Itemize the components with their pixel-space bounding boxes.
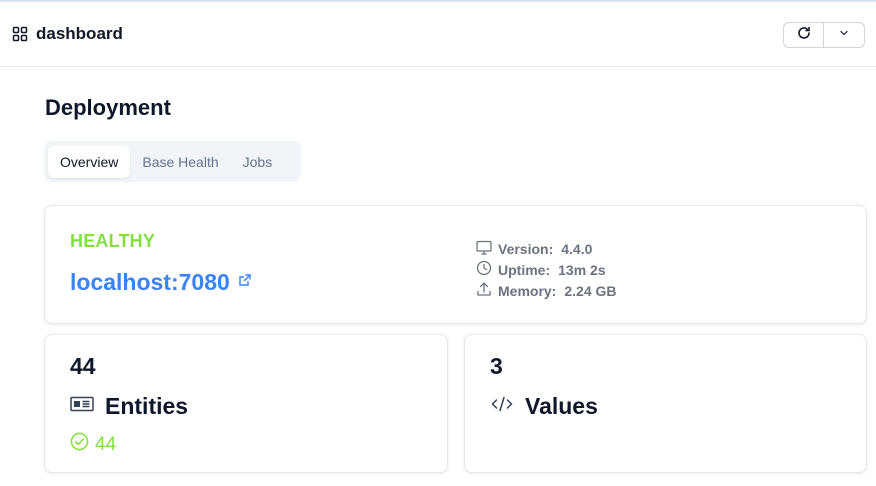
entities-ok-count: 44 bbox=[95, 433, 117, 455]
tab-overview[interactable]: Overview bbox=[48, 145, 131, 178]
values-card[interactable]: 3 Values bbox=[464, 334, 867, 473]
upload-icon bbox=[476, 281, 498, 300]
uptime-value: 13m 2s bbox=[558, 261, 606, 278]
values-title: Values bbox=[525, 393, 598, 419]
refresh-button[interactable] bbox=[784, 23, 824, 47]
entities-card[interactable]: 44 Entities 44 bbox=[44, 334, 448, 473]
top-bar: dashboard bbox=[0, 2, 876, 67]
status-label: HEALTHY bbox=[70, 231, 156, 251]
host-row: localhost:7080 bbox=[70, 269, 252, 296]
brand: dashboard bbox=[12, 24, 123, 44]
version-value: 4.4.0 bbox=[561, 240, 593, 257]
memory-value: 2.24 GB bbox=[564, 282, 617, 299]
memory-label: Memory: bbox=[498, 282, 557, 299]
id-card-icon bbox=[70, 396, 94, 417]
tab-list: Overview Base Health Jobs bbox=[44, 141, 301, 182]
monitor-icon bbox=[476, 240, 498, 258]
values-count: 3 bbox=[490, 353, 503, 379]
entities-count: 44 bbox=[70, 353, 96, 379]
uptime-row: Uptime: 13m 2s bbox=[476, 259, 617, 280]
entities-ok-status: 44 bbox=[70, 432, 116, 457]
chevron-down-icon bbox=[838, 26, 850, 44]
clock-icon bbox=[476, 260, 498, 279]
entities-title-row: Entities bbox=[70, 393, 188, 420]
external-link-icon[interactable] bbox=[238, 273, 252, 292]
page-title: Deployment bbox=[45, 95, 171, 120]
status-card: HEALTHY localhost:7080 Version: 4.4.0 Up… bbox=[44, 205, 867, 324]
entities-title: Entities bbox=[105, 393, 189, 419]
check-circle-icon bbox=[70, 432, 89, 457]
code-icon bbox=[490, 395, 514, 418]
refresh-options-button[interactable] bbox=[824, 23, 864, 47]
refresh-icon bbox=[796, 25, 812, 46]
uptime-label: Uptime: bbox=[498, 261, 551, 278]
host-link[interactable]: localhost:7080 bbox=[70, 269, 230, 296]
tab-base-health[interactable]: Base Health bbox=[130, 146, 230, 178]
app-title: dashboard bbox=[36, 24, 123, 43]
values-title-row: Values bbox=[490, 393, 598, 420]
tab-jobs[interactable]: Jobs bbox=[231, 146, 285, 178]
deployment-details: Version: 4.4.0 Uptime: 13m 2s Memory: 2.… bbox=[476, 238, 617, 301]
version-row: Version: 4.4.0 bbox=[476, 238, 617, 259]
refresh-button-group bbox=[783, 22, 865, 48]
version-label: Version: bbox=[498, 240, 554, 257]
grid-icon bbox=[12, 26, 28, 42]
memory-row: Memory: 2.24 GB bbox=[476, 280, 617, 301]
